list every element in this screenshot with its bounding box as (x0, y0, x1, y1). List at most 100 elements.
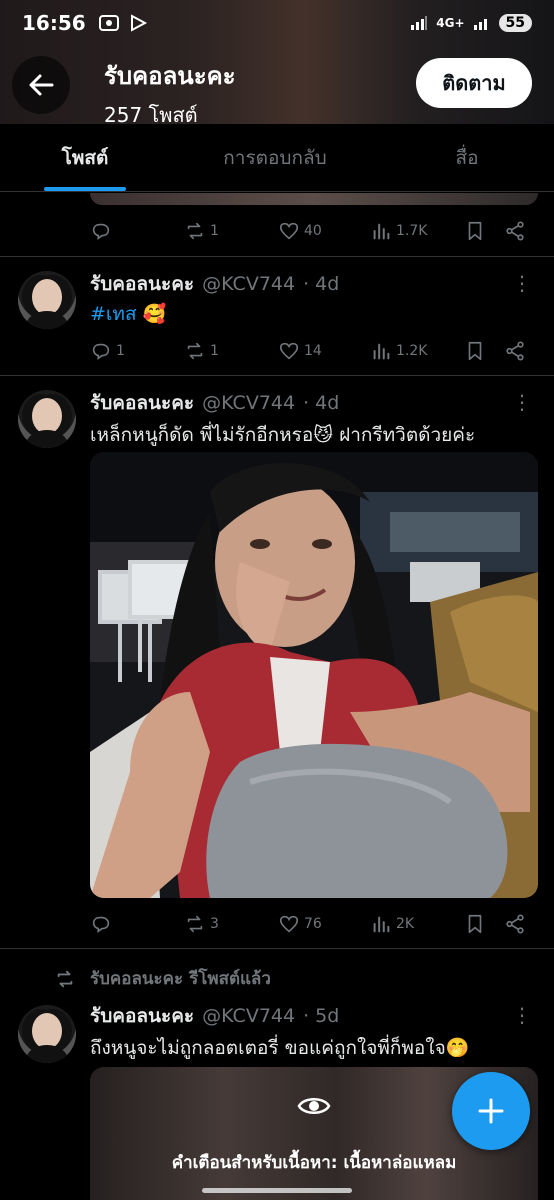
post-header: รับคอลนะคะ @KCV744 · 5d (90, 1001, 339, 1031)
view-count: 1.2K (396, 343, 428, 359)
profile-name: รับคอลนะคะ (104, 62, 236, 90)
repost-icon (187, 222, 203, 240)
tab-media[interactable]: สื่อ (380, 124, 554, 191)
bookmark-button[interactable] (464, 913, 486, 935)
post-image-partial (90, 193, 538, 205)
post-header: รับคอลนะคะ @KCV744 · 4d (90, 269, 339, 299)
bookmark-button[interactable] (464, 220, 486, 242)
share-button[interactable] (504, 913, 526, 935)
share-button[interactable] (504, 340, 526, 362)
play-icon (130, 14, 147, 32)
reply-button[interactable]: 1 (90, 340, 125, 362)
reply-button[interactable] (90, 220, 112, 242)
repost-button[interactable]: 1 (184, 220, 219, 242)
signal-icon-2 (473, 19, 487, 30)
home-indicator[interactable] (202, 1188, 352, 1193)
post-time: · 4d (303, 392, 340, 414)
bookmark-button[interactable] (464, 340, 486, 362)
author-name[interactable]: รับคอลนะคะ (90, 1001, 194, 1031)
eye-icon[interactable] (297, 1093, 331, 1119)
repost-count: 1 (210, 223, 219, 239)
more-icon[interactable]: ⋮ (512, 1003, 532, 1027)
repost-icon (187, 342, 203, 360)
repost-count: 3 (210, 916, 219, 932)
post-emoji: 🥰 (142, 303, 167, 325)
avatar[interactable] (18, 1005, 76, 1063)
back-arrow-icon (29, 74, 54, 96)
views-button[interactable]: 2K (370, 913, 414, 935)
repost-icon (187, 915, 203, 933)
author-handle: @KCV744 (202, 273, 296, 295)
post-actions: 1 1 14 1.2K (90, 337, 530, 365)
post-time: · 4d (303, 273, 340, 295)
share-icon (506, 341, 524, 361)
reply-icon (92, 223, 110, 240)
post-count: 257 โพสต์ (104, 103, 198, 127)
post-item[interactable]: รับคอลนะคะ รีโพสต์แล้ว รับคอลนะคะ @KCV74… (0, 949, 554, 1200)
compose-button[interactable] (452, 1072, 530, 1150)
author-name[interactable]: รับคอลนะคะ (90, 388, 194, 418)
like-count: 76 (304, 916, 322, 932)
screenshot-icon (98, 15, 119, 31)
status-bar: 16:56 4G+ 55 (0, 0, 554, 46)
bookmark-icon (468, 914, 482, 934)
bookmark-icon (468, 221, 482, 241)
tab-replies[interactable]: การตอบกลับ (170, 124, 380, 191)
like-button[interactable]: 40 (278, 220, 322, 242)
status-icons (98, 13, 148, 33)
repost-count: 1 (210, 343, 219, 359)
repost-button[interactable]: 3 (184, 913, 219, 935)
like-button[interactable]: 76 (278, 913, 322, 935)
reply-count: 1 (116, 343, 125, 359)
post-text: เหล็กหนูก็ดัด พี่ไม่รักอีกหรอ😼 ฝากรีทวิต… (90, 424, 476, 446)
network-type: 4G+ (436, 16, 465, 30)
share-icon (506, 914, 524, 934)
views-icon (373, 343, 390, 360)
battery-level: 55 (498, 14, 532, 32)
like-count: 40 (304, 223, 322, 239)
bookmark-icon (468, 341, 482, 361)
view-count: 2K (396, 916, 415, 932)
post-item[interactable]: รับคอลนะคะ @KCV744 · 4d ⋮ เหล็กหนูก็ดัด … (0, 376, 554, 948)
post-text: #เทส 🥰 (90, 299, 166, 329)
views-button[interactable]: 1.7K (370, 220, 427, 242)
reply-button[interactable] (90, 913, 112, 935)
like-button[interactable]: 14 (278, 340, 322, 362)
view-count: 1.7K (396, 223, 428, 239)
plus-icon (478, 1098, 504, 1124)
like-icon (279, 915, 299, 933)
back-button[interactable] (12, 56, 70, 114)
more-icon[interactable]: ⋮ (512, 271, 532, 295)
content-warning: คำเตือนสำหรับเนื้อหา: เนื้อหาล่อแหลม (171, 1153, 457, 1173)
follow-button[interactable]: ติดตาม (416, 58, 532, 108)
author-handle: @KCV744 (202, 392, 296, 414)
repost-button[interactable]: 1 (184, 340, 219, 362)
post-partial[interactable]: 1 40 1.7K (0, 193, 554, 256)
reply-icon (92, 343, 110, 360)
photo-selfie (90, 452, 538, 898)
views-icon (373, 916, 390, 933)
post-photo[interactable] (90, 452, 538, 898)
views-icon (373, 223, 390, 240)
status-time: 16:56 (22, 11, 86, 35)
views-button[interactable]: 1.2K (370, 340, 427, 362)
share-icon (506, 221, 524, 241)
profile-tabs: โพสต์ การตอบกลับ สื่อ (0, 124, 554, 192)
tab-posts[interactable]: โพสต์ (0, 124, 170, 191)
hashtag-link[interactable]: #เทส (90, 303, 137, 325)
post-text: ถึงหนูจะไม่ถูกลอตเตอรี่ ขอแค่ถูกใจพี่ก็พ… (90, 1037, 470, 1059)
post-item[interactable]: รับคอลนะคะ @KCV744 · 4d ⋮ #เทส 🥰 1 1 14 … (0, 257, 554, 375)
author-handle: @KCV744 (202, 1005, 296, 1027)
more-icon[interactable]: ⋮ (512, 390, 532, 414)
repost-label: รับคอลนะคะ รีโพสต์แล้ว (90, 969, 271, 989)
like-count: 14 (304, 343, 322, 359)
like-icon (279, 222, 299, 240)
signal-icon (411, 16, 428, 30)
share-button[interactable] (504, 220, 526, 242)
avatar[interactable] (18, 390, 76, 448)
post-time: · 5d (303, 1005, 340, 1027)
author-name[interactable]: รับคอลนะคะ (90, 269, 194, 299)
profile-title: รับคอลนะคะ 257 โพสต์ (104, 56, 236, 131)
post-actions: 1 40 1.7K (90, 217, 530, 245)
avatar[interactable] (18, 271, 76, 329)
